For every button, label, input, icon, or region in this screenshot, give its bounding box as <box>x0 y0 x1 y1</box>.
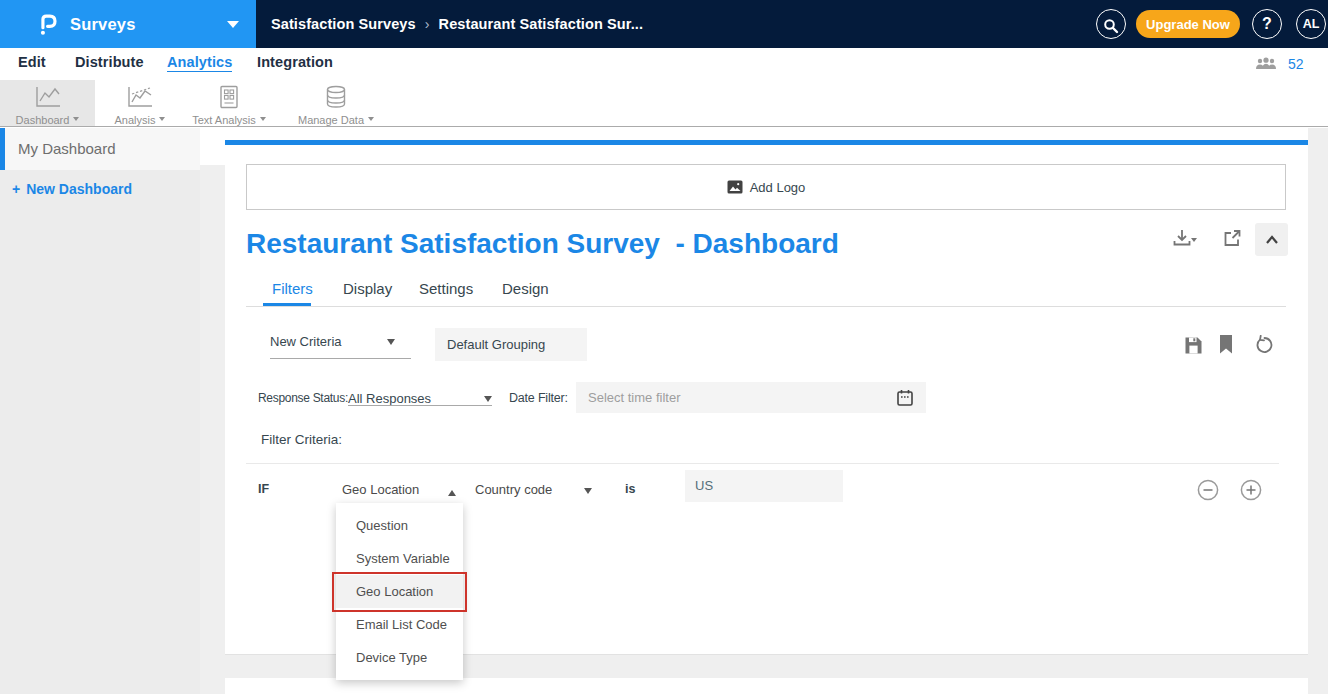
chevron-up-icon <box>1263 231 1281 249</box>
content-top-strip <box>200 128 1308 140</box>
download-button[interactable] <box>1167 228 1197 250</box>
analysis-icon <box>126 85 154 109</box>
dropdown-option-system-variable[interactable]: System Variable <box>336 542 463 575</box>
chevron-down-icon <box>368 117 374 124</box>
operator-label: is <box>625 482 635 496</box>
tab-design[interactable]: Design <box>502 280 549 297</box>
sidebar-item-my-dashboard[interactable]: My Dashboard <box>0 128 200 170</box>
chevron-down-icon <box>1191 238 1197 245</box>
new-dashboard-button[interactable]: +New Dashboard <box>12 181 132 197</box>
plus-circle-icon <box>1240 479 1262 501</box>
select-underline <box>348 405 492 406</box>
calendar-icon <box>897 389 913 406</box>
criteria-value-input[interactable]: US <box>685 470 843 502</box>
reset-button[interactable] <box>1254 335 1274 355</box>
criteria-type-dropdown: Question System Variable Geo Location Em… <box>336 503 463 680</box>
breadcrumb-item[interactable]: Satisfaction Surveys <box>271 16 416 32</box>
search-icon <box>1103 18 1119 34</box>
toolbar-analysis[interactable]: Analysis <box>95 80 185 126</box>
text-analysis-icon <box>217 85 241 109</box>
add-criteria-button[interactable] <box>1240 479 1262 501</box>
bookmark-button[interactable] <box>1217 334 1234 356</box>
help-button[interactable]: ? <box>1252 9 1282 39</box>
app-switcher[interactable]: Surveys <box>0 0 256 48</box>
tab-analytics[interactable]: Analytics <box>167 55 232 72</box>
dashboard-icon <box>34 85 62 109</box>
chevron-up-icon <box>448 486 456 496</box>
dashboard-card: Add Logo Restaurant Satisfaction Survey … <box>225 140 1308 655</box>
help-icon: ? <box>1262 15 1272 32</box>
collapse-button[interactable] <box>1255 223 1288 256</box>
criteria-field-select[interactable]: Country code <box>475 482 552 497</box>
people-icon <box>1255 57 1277 71</box>
top-header: Surveys Satisfaction Surveys › Restaurant … <box>0 0 1328 48</box>
new-criteria-select[interactable]: New Criteria <box>270 334 342 349</box>
add-logo-box[interactable]: Add Logo <box>246 164 1286 210</box>
chevron-down-icon <box>584 488 592 498</box>
analytics-toolbar: Dashboard Analysis Text Analysis Manage … <box>0 80 1328 127</box>
toolbar-text-analysis[interactable]: Text Analysis <box>185 80 273 126</box>
criteria-type-select[interactable]: Geo Location <box>342 482 419 497</box>
chevron-down-icon <box>159 117 165 124</box>
toolbar-manage-data[interactable]: Manage Data <box>273 80 399 126</box>
response-status-select[interactable]: All Responses <box>348 391 431 406</box>
tab-distribute[interactable]: Distribute <box>75 55 144 72</box>
tab-filters[interactable]: Filters <box>272 280 313 297</box>
chevron-down-icon <box>387 339 395 349</box>
manage-data-icon <box>323 85 349 109</box>
reset-icon <box>1254 335 1274 355</box>
chevron-down-icon <box>73 117 79 124</box>
save-button[interactable] <box>1183 336 1203 356</box>
chevron-down-icon <box>227 21 239 34</box>
avatar[interactable]: AL <box>1296 9 1326 39</box>
dropdown-option-email-list-code[interactable]: Email List Code <box>336 608 463 641</box>
filter-criteria-label: Filter Criteria: <box>261 432 342 447</box>
search-button[interactable] <box>1096 9 1126 39</box>
bookmark-icon <box>1218 334 1234 355</box>
dropdown-option-question[interactable]: Question <box>336 509 463 542</box>
content-top-notch <box>200 128 225 165</box>
share-icon <box>1222 228 1242 248</box>
minus-circle-icon <box>1197 479 1219 501</box>
next-card-strip <box>225 678 1308 694</box>
remove-criteria-button[interactable] <box>1197 479 1219 501</box>
plus-icon: + <box>12 181 20 197</box>
dropdown-option-geo-location[interactable]: Geo Location <box>336 575 463 608</box>
date-filter-label: Date Filter: <box>509 391 568 405</box>
select-underline <box>270 358 411 359</box>
chevron-down-icon <box>260 117 266 124</box>
page-title: Restaurant Satisfaction Survey - Dashboa… <box>246 228 839 260</box>
upgrade-button[interactable]: Upgrade Now <box>1136 10 1240 38</box>
image-icon <box>727 180 743 194</box>
breadcrumb: Satisfaction Surveys › Restaurant Satisfac… <box>271 0 643 48</box>
save-icon <box>1184 336 1203 355</box>
share-button[interactable] <box>1222 228 1242 248</box>
dashboard-sidebar: My Dashboard +New Dashboard <box>0 128 200 694</box>
time-filter-input[interactable]: Select time filter <box>576 382 926 413</box>
dashboard-content: Add Logo Restaurant Satisfaction Survey … <box>200 128 1328 694</box>
tab-edit[interactable]: Edit <box>18 55 46 72</box>
survey-nav-tabs: Edit Distribute Analytics Integration 52 <box>0 48 1328 80</box>
criteria-divider <box>246 463 1279 464</box>
if-label: IF <box>258 482 269 496</box>
default-grouping-input[interactable]: Default Grouping <box>435 328 587 361</box>
questionpro-logo-icon <box>36 11 61 37</box>
product-name: Surveys <box>70 0 136 48</box>
breadcrumb-separator-icon: › <box>425 16 430 32</box>
tabs-divider <box>246 306 1286 307</box>
tab-display[interactable]: Display <box>343 280 392 297</box>
tab-integration[interactable]: Integration <box>257 55 333 72</box>
response-status-label: Response Status: <box>258 391 348 405</box>
toolbar-dashboard[interactable]: Dashboard <box>0 80 95 126</box>
dropdown-option-device-type[interactable]: Device Type <box>336 641 463 674</box>
card-accent-bar <box>225 140 1308 145</box>
breadcrumb-current: Restaurant Satisfaction Sur... <box>439 16 643 32</box>
download-icon <box>1172 228 1192 248</box>
tab-settings[interactable]: Settings <box>419 280 473 297</box>
